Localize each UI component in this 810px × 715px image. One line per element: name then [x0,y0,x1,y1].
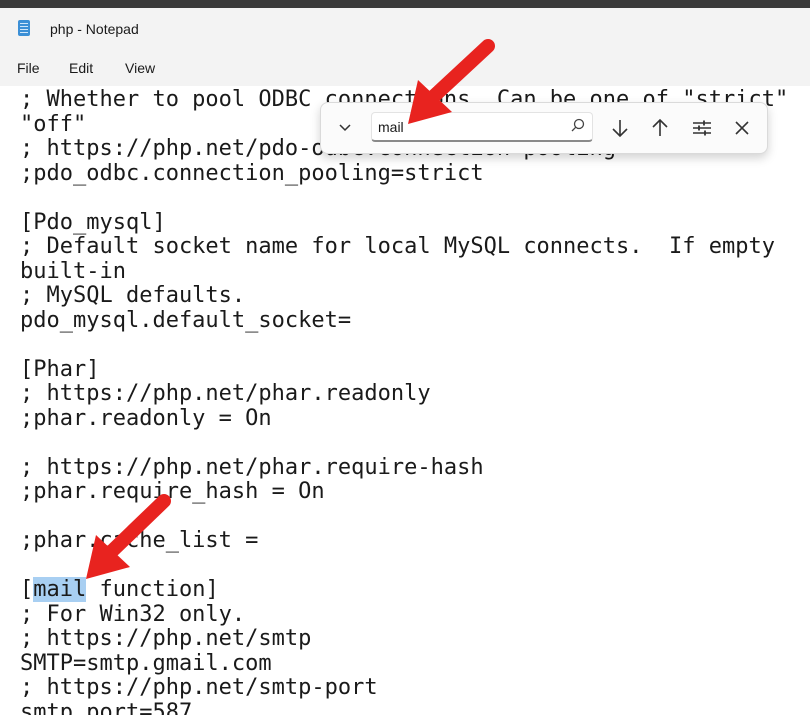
editor-line: ; MySQL defaults. [20,283,246,308]
window-top-edge [0,0,810,8]
editor-line: ; Default socket name for local MySQL co… [20,234,775,259]
menu-edit[interactable]: Edit [69,60,93,76]
menu-view[interactable]: View [125,60,155,76]
editor-line: [Phar] [20,356,100,382]
editor-line: ; For Win32 only. [20,601,246,627]
close-icon[interactable] [729,115,755,141]
editor-line: smtp_port=587 [20,699,193,715]
editor-line: built-in [20,258,126,284]
editor-line: pdo_mysql.default_socket= [20,307,352,333]
editor-line: ;pdo_odbc.connection_pooling=strict [20,160,484,186]
editor-line: ; https://php.net/phar.readonly [20,381,431,406]
find-panel [320,102,768,154]
options-icon[interactable] [689,115,715,141]
search-match-highlight: mail [33,577,87,602]
window-title: php - Notepad [50,21,139,37]
text-editor[interactable]: ; Whether to pool ODBC connections. Can … [0,86,810,715]
editor-line: "off" [20,111,87,137]
editor-line: SMTP=smtp.gmail.com [20,650,272,676]
arrow-down-icon[interactable] [607,115,633,141]
search-icon[interactable] [568,116,588,141]
arrow-up-icon[interactable] [647,115,673,141]
annotation-arrow-search [408,39,495,124]
editor-line: ;phar.readonly = On [20,405,272,431]
editor-line: ; https://php.net/smtp-port [20,675,378,700]
editor-line: ; https://php.net/smtp [20,626,312,651]
annotation-arrow-mail [86,494,171,579]
menu-file[interactable]: File [17,60,40,76]
editor-line: ; https://php.net/phar.require-hash [20,454,484,480]
chevron-down-icon[interactable] [332,115,358,141]
editor-line: [Pdo_mysql] [20,209,166,235]
notepad-icon [18,20,30,36]
